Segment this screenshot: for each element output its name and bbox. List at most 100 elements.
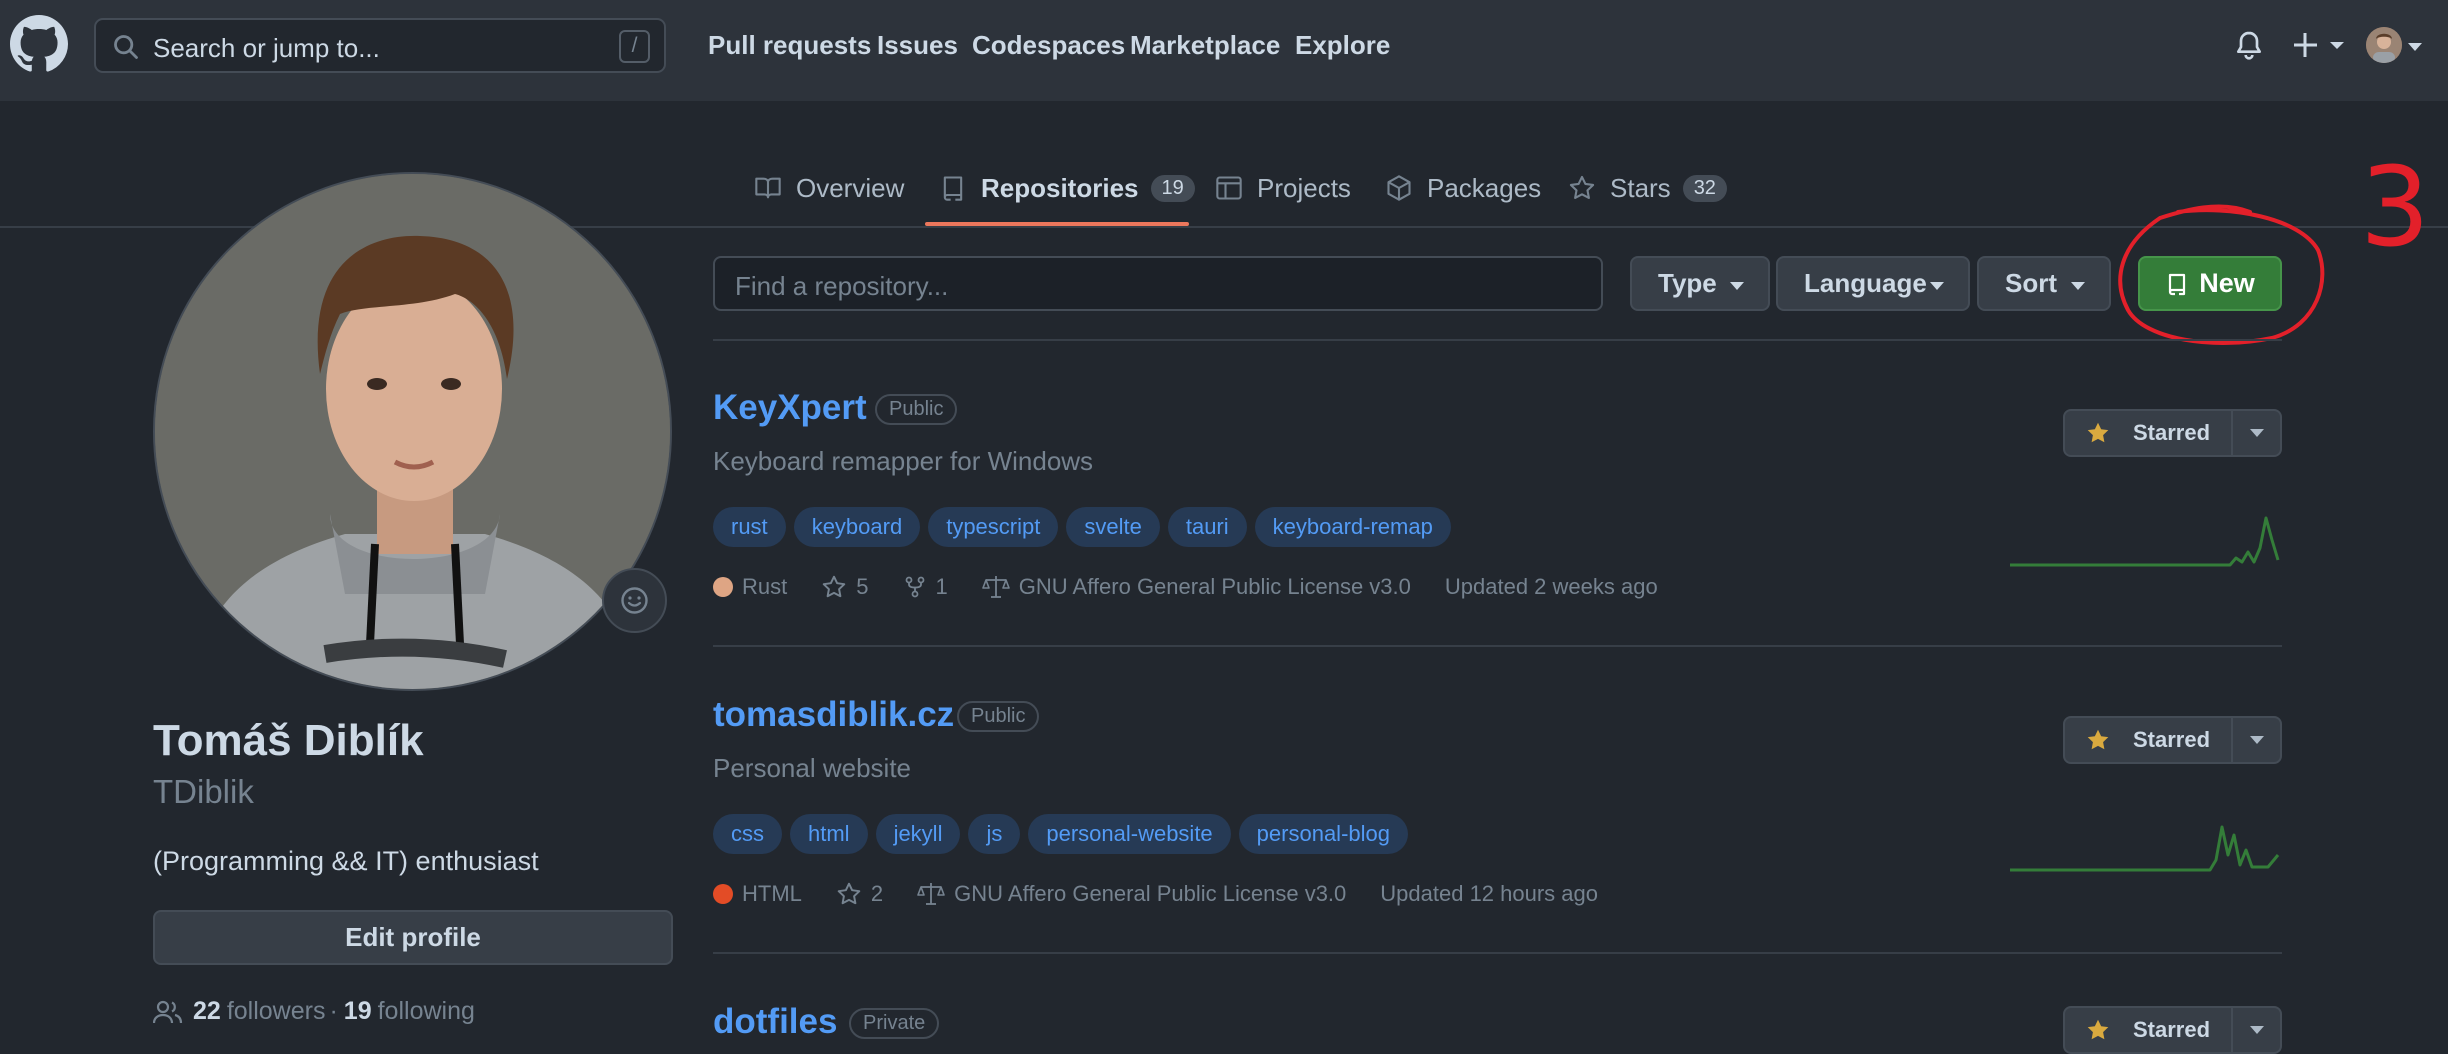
- topic-tag[interactable]: personal-blog: [1238, 814, 1408, 854]
- following-link[interactable]: following: [378, 997, 475, 1026]
- activity-sparkline: [2010, 516, 2280, 567]
- repo-updated: Updated 12 hours ago: [1380, 881, 1599, 906]
- law-icon: [981, 576, 1010, 598]
- repo-meta: Rust 5 1 GNU Affero General Public Licen…: [713, 574, 1692, 600]
- tab-repositories-label: Repositories: [981, 172, 1139, 203]
- new-repository-button[interactable]: New: [2138, 256, 2282, 311]
- starred-label: Starred: [2133, 1017, 2211, 1042]
- repo-stars-link[interactable]: 5: [821, 574, 869, 600]
- nav-codespaces[interactable]: Codespaces: [972, 30, 1125, 61]
- search-shortcut-key: /: [619, 30, 650, 63]
- follow-stats: 22 followers · 19 following: [153, 997, 475, 1026]
- smiley-icon: [621, 587, 648, 614]
- tab-overview-label: Overview: [796, 172, 905, 203]
- repo-license: GNU Affero General Public License v3.0: [917, 881, 1346, 907]
- starred-button[interactable]: Starred: [2063, 409, 2282, 457]
- repo-name-link[interactable]: tomasdiblik.cz: [713, 695, 954, 735]
- create-new-icon[interactable]: [2294, 30, 2354, 60]
- sort-filter-button[interactable]: Sort: [1977, 256, 2111, 311]
- topic-tag[interactable]: keyboard: [793, 507, 921, 547]
- stars-count: 32: [1682, 174, 1727, 202]
- language-color-dot: [713, 884, 733, 904]
- repo-topics: css html jekyll js personal-website pers…: [713, 814, 1416, 854]
- find-repository-input[interactable]: Find a repository...: [713, 256, 1603, 311]
- nav-issues[interactable]: Issues: [877, 30, 958, 61]
- nav-explore[interactable]: Explore: [1295, 30, 1390, 61]
- annotation-number: 3: [2360, 143, 2430, 271]
- profile-photo: [153, 172, 672, 691]
- star-list-dropdown-icon[interactable]: [2250, 736, 2264, 744]
- star-icon: [822, 575, 846, 598]
- star-list-dropdown-icon[interactable]: [2250, 429, 2264, 437]
- topic-tag[interactable]: keyboard-remap: [1254, 507, 1451, 547]
- forks-value: 1: [935, 574, 948, 599]
- find-repository-placeholder: Find a repository...: [735, 271, 949, 301]
- top-bar: Search or jump to... / Pull requests Iss…: [0, 0, 2448, 101]
- topic-tag[interactable]: css: [713, 814, 782, 854]
- license-label: GNU Affero General Public License v3.0: [954, 881, 1347, 906]
- topic-tag[interactable]: svelte: [1066, 507, 1160, 547]
- starred-label: Starred: [2133, 727, 2211, 752]
- type-filter-button[interactable]: Type: [1630, 256, 1770, 311]
- repo-updated: Updated 2 weeks ago: [1444, 574, 1658, 599]
- language-color-dot: [713, 577, 733, 597]
- nav-marketplace[interactable]: Marketplace: [1130, 30, 1280, 61]
- new-repository-label: New: [2199, 268, 2255, 298]
- chevron-down-icon: [1930, 282, 1944, 290]
- repo-name-link[interactable]: dotfiles: [713, 1002, 837, 1042]
- github-logo-icon[interactable]: [10, 15, 68, 73]
- topic-tag[interactable]: personal-website: [1028, 814, 1231, 854]
- visibility-badge: Private: [849, 1008, 940, 1039]
- topic-tag[interactable]: tauri: [1167, 507, 1247, 547]
- followers-link[interactable]: followers: [227, 997, 326, 1026]
- tab-stars[interactable]: Stars 32: [1568, 168, 1727, 208]
- starred-button[interactable]: Starred: [2063, 716, 2282, 764]
- tab-packages[interactable]: Packages: [1385, 168, 1541, 208]
- separator-dot: ·: [329, 997, 338, 1025]
- bell-icon[interactable]: [2233, 28, 2265, 62]
- starred-label: Starred: [2133, 420, 2211, 445]
- followers-count[interactable]: 22: [193, 997, 221, 1026]
- tab-packages-label: Packages: [1427, 172, 1542, 203]
- tab-projects[interactable]: Projects: [1215, 168, 1351, 208]
- set-status-button[interactable]: [602, 568, 667, 633]
- star-list-dropdown-icon[interactable]: [2250, 1026, 2264, 1034]
- user-avatar[interactable]: [2366, 27, 2402, 63]
- tab-repositories[interactable]: Repositories 19: [939, 168, 1195, 208]
- language-label: HTML: [742, 881, 802, 906]
- tab-overview[interactable]: Overview: [754, 168, 904, 208]
- unstar-button[interactable]: Starred: [2065, 718, 2233, 762]
- repo-description: Personal website: [713, 753, 911, 783]
- repo-icon: [2169, 273, 2186, 295]
- topic-tag[interactable]: html: [790, 814, 868, 854]
- topic-tag[interactable]: typescript: [928, 507, 1059, 547]
- repo-name-link[interactable]: KeyXpert: [713, 388, 867, 428]
- unstar-button[interactable]: Starred: [2065, 411, 2233, 455]
- chevron-down-icon: [1730, 282, 1744, 290]
- fork-icon: [905, 576, 924, 598]
- chevron-down-icon[interactable]: [2408, 43, 2422, 51]
- list-divider: [713, 339, 2282, 341]
- profile-bio: (Programming && IT) enthusiast: [153, 846, 539, 876]
- language-filter-button[interactable]: Language: [1776, 256, 1970, 311]
- search-icon: [114, 35, 138, 59]
- list-divider: [713, 645, 2282, 647]
- repo-forks-link[interactable]: 1: [903, 574, 948, 600]
- language-filter-label: Language: [1804, 268, 1927, 298]
- nav-pull-requests[interactable]: Pull requests: [708, 30, 871, 61]
- following-count[interactable]: 19: [344, 997, 372, 1026]
- topic-tag[interactable]: js: [968, 814, 1021, 854]
- starred-button[interactable]: Starred: [2063, 1006, 2282, 1054]
- repo-stars-link[interactable]: 2: [836, 881, 883, 907]
- sort-filter-label: Sort: [2005, 268, 2057, 298]
- search-input[interactable]: Search or jump to... /: [94, 18, 666, 73]
- tab-stars-label: Stars: [1610, 172, 1671, 203]
- stars-value: 5: [856, 574, 869, 599]
- table-icon: [1216, 176, 1242, 200]
- topic-tag[interactable]: jekyll: [875, 814, 961, 854]
- edit-profile-button[interactable]: Edit profile: [153, 910, 673, 965]
- repositories-count: 19: [1150, 174, 1195, 202]
- repo-language: Rust: [713, 574, 787, 600]
- topic-tag[interactable]: rust: [713, 507, 786, 547]
- unstar-button[interactable]: Starred: [2065, 1008, 2233, 1052]
